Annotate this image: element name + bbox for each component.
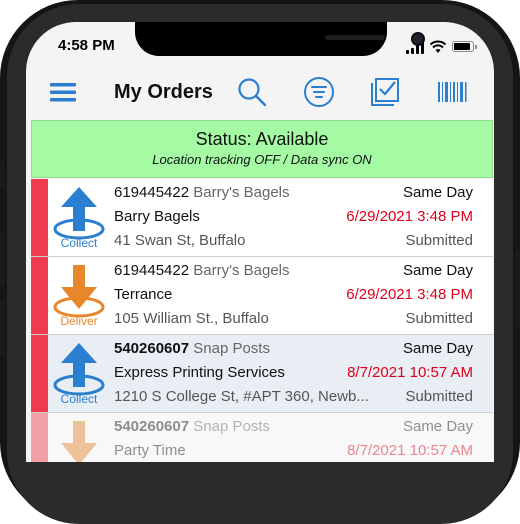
order-contact: Barry Bagels — [114, 208, 200, 225]
priority-strip — [31, 257, 48, 334]
order-id: 619445422 — [114, 184, 190, 201]
order-address: 105 William St., Buffalo — [114, 310, 269, 327]
order-status: Submitted — [405, 310, 473, 327]
action-label: Collect — [60, 236, 98, 250]
front-camera — [413, 34, 423, 44]
order-id: 540260607 — [114, 418, 190, 435]
order-contact: Terrance — [114, 286, 173, 303]
order-id: 540260607 — [114, 340, 190, 357]
due-datetime: 6/29/2021 3:48 PM — [346, 208, 473, 225]
order-address: 41 Swan St, Buffalo — [114, 232, 246, 249]
order-row[interactable]: Collect 619445422 Barry's Bagels Barry B… — [31, 179, 493, 257]
availability-status-panel[interactable]: Status: Available Location tracking OFF … — [31, 120, 493, 178]
order-row[interactable]: 540260607 Snap Posts Party Time Same Day… — [31, 413, 493, 462]
search-icon[interactable] — [236, 76, 268, 108]
order-status: Submitted — [405, 232, 473, 249]
volume-down-button — [0, 300, 5, 356]
priority-strip — [31, 335, 48, 412]
page-title: My Orders — [114, 81, 213, 103]
battery-icon — [452, 41, 477, 52]
action-label: Deliver — [60, 314, 98, 328]
action-label: Collect — [60, 392, 98, 406]
orders-list: Collect 619445422 Barry's Bagels Barry B… — [31, 179, 493, 462]
wifi-icon — [430, 40, 446, 53]
mute-switch — [0, 160, 5, 188]
service-speed: Same Day — [402, 262, 473, 279]
tracking-sync-status: Location tracking OFF / Data sync ON — [152, 152, 372, 167]
order-address: 1210 S College St, #APT 360, Newb... — [114, 388, 369, 405]
speaker-grille — [325, 35, 385, 40]
multi-select-checkbox-icon[interactable] — [369, 76, 401, 108]
order-company: Barry's Bagels — [193, 184, 290, 201]
availability-status: Status: Available — [195, 129, 329, 149]
order-company: Barry's Bagels — [193, 262, 290, 279]
due-datetime: 6/29/2021 3:48 PM — [346, 286, 473, 303]
due-datetime: 8/7/2021 10:57 AM — [347, 364, 473, 381]
hamburger-menu-icon[interactable] — [48, 76, 80, 108]
order-title: 619445422 Barry's Bagels — [114, 262, 290, 279]
order-id: 619445422 — [114, 262, 190, 279]
app-toolbar: My Orders — [26, 70, 494, 116]
volume-up-button — [0, 230, 5, 286]
service-speed: Same Day — [402, 340, 473, 357]
due-datetime: 8/7/2021 10:57 AM — [347, 442, 473, 459]
order-title: 619445422 Barry's Bagels — [114, 184, 290, 201]
power-button — [515, 250, 520, 330]
priority-strip — [31, 179, 48, 256]
order-row[interactable]: Deliver 619445422 Barry's Bagels Terranc… — [31, 257, 493, 335]
deliver-arrow-down-icon — [61, 421, 97, 462]
order-company: Snap Posts — [193, 340, 270, 357]
order-contact: Party Time — [114, 442, 186, 459]
clock: 4:58 PM — [58, 37, 115, 54]
order-title: 540260607 Snap Posts — [114, 418, 270, 435]
filter-icon[interactable] — [303, 76, 335, 108]
phone-frame: 4:58 PM My Orders Status: Available Loca… — [0, 0, 520, 524]
priority-strip — [31, 413, 48, 462]
notch — [135, 22, 423, 56]
order-row-selected[interactable]: Collect 540260607 Snap Posts Express Pri… — [31, 335, 493, 413]
service-speed: Same Day — [402, 184, 473, 201]
service-speed: Same Day — [402, 418, 473, 435]
order-contact: Express Printing Services — [114, 364, 285, 381]
order-status: Submitted — [405, 388, 473, 405]
barcode-scan-icon[interactable] — [436, 76, 468, 108]
order-company: Snap Posts — [193, 418, 270, 435]
app-screen: 4:58 PM My Orders Status: Available Loca… — [26, 22, 494, 462]
order-title: 540260607 Snap Posts — [114, 340, 270, 357]
